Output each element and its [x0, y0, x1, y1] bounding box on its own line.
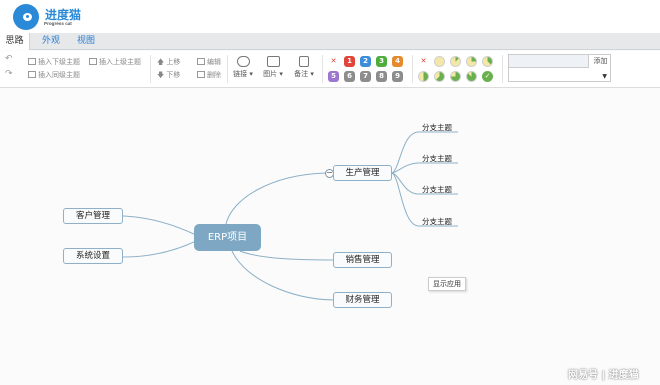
- priority-1-icon[interactable]: 1: [344, 56, 355, 67]
- insert-sibling-icon: [28, 71, 36, 78]
- app-subtitle: Progress cat: [44, 21, 72, 26]
- tab-view[interactable]: 视图: [71, 33, 101, 50]
- add-resource-button[interactable]: 添加: [590, 55, 611, 68]
- topic-customer[interactable]: 客户管理: [63, 208, 123, 224]
- tab-appearance[interactable]: 外观: [36, 33, 66, 50]
- insert-parent-button[interactable]: 插入上级主题: [89, 57, 141, 67]
- trash-icon: [197, 71, 205, 78]
- topic-sales[interactable]: 销售管理: [333, 252, 392, 268]
- topic-system-settings[interactable]: 系统设置: [63, 248, 123, 264]
- mindmap-canvas[interactable]: ERP项目 客户管理 系统设置 − 生产管理 销售管理 财务管理 分支主题 分支…: [0, 89, 660, 385]
- note-icon: [299, 56, 309, 67]
- branch-topic-3[interactable]: 分支主题: [422, 184, 452, 195]
- app-header: 进度猫 Progress cat: [0, 0, 660, 33]
- branch-topic-2[interactable]: 分支主题: [422, 153, 452, 164]
- resource-panel: 添加 ▼: [508, 54, 611, 82]
- priority-7-icon[interactable]: 7: [360, 71, 371, 82]
- branch-topic-4[interactable]: 分支主题: [422, 216, 452, 227]
- progress-level-2-icon[interactable]: [450, 56, 461, 67]
- arrow-up-icon: 🡅: [157, 58, 167, 66]
- separator: [502, 55, 503, 83]
- priority-2-icon[interactable]: 2: [360, 56, 371, 67]
- progress-clear-icon[interactable]: ✕: [418, 56, 429, 67]
- insert-sibling-button[interactable]: 插入同级主题: [28, 70, 80, 80]
- resource-input[interactable]: [509, 55, 589, 68]
- priority-6-icon[interactable]: 6: [344, 71, 355, 82]
- link-icon: [236, 56, 250, 67]
- insert-child-button[interactable]: 插入下级主题: [28, 57, 80, 67]
- pencil-icon: [197, 58, 205, 65]
- insert-parent-icon: [89, 58, 97, 65]
- progress-level-4-icon[interactable]: [482, 56, 493, 67]
- separator: [227, 55, 228, 83]
- connector-root-customer: [122, 215, 197, 236]
- connector-root-sales: [239, 250, 334, 261]
- move-down-button[interactable]: 🡇 下移: [157, 70, 180, 82]
- root-topic[interactable]: ERP项目: [194, 224, 261, 251]
- priority-clear-icon[interactable]: ✕: [328, 56, 339, 67]
- topic-production[interactable]: 生产管理: [333, 165, 392, 181]
- topic-finance[interactable]: 财务管理: [333, 292, 392, 308]
- priority-8-icon[interactable]: 8: [376, 71, 387, 82]
- connector-root-production: [225, 172, 326, 225]
- separator: [412, 55, 413, 83]
- redo-icon[interactable]: ↷: [5, 69, 13, 79]
- cat-logo-icon: [13, 4, 39, 30]
- priority-4-icon[interactable]: 4: [392, 56, 403, 67]
- progress-level-6-icon[interactable]: [434, 71, 445, 82]
- image-icon: [266, 56, 280, 67]
- tab-bar: 思路 外观 视图: [0, 33, 660, 50]
- priority-5-icon[interactable]: 5: [328, 71, 339, 82]
- branch-topic-1[interactable]: 分支主题: [422, 122, 452, 133]
- priority-3-icon[interactable]: 3: [376, 56, 387, 67]
- progress-level-7-icon[interactable]: [450, 71, 461, 82]
- arrow-down-icon: 🡇: [157, 71, 167, 79]
- move-up-button[interactable]: 🡅 上移: [157, 57, 180, 69]
- watermark: 网易号 | 进度猫: [568, 370, 639, 381]
- progress-level-3-icon[interactable]: [466, 56, 477, 67]
- tooltip: 显示应用: [428, 277, 466, 291]
- link-button[interactable]: 链接 ▾: [231, 56, 255, 79]
- caret-down-icon: ▼: [602, 73, 607, 80]
- insert-child-icon: [28, 58, 36, 65]
- undo-icon[interactable]: ↶: [5, 54, 13, 64]
- connector-leaf-2: [391, 162, 458, 174]
- separator: [150, 55, 151, 83]
- progress-level-5-icon[interactable]: [418, 71, 429, 82]
- image-button[interactable]: 图片 ▾: [261, 56, 285, 79]
- connector-root-settings: [122, 240, 197, 258]
- priority-9-icon[interactable]: 9: [392, 71, 403, 82]
- note-button[interactable]: 备注 ▾: [291, 56, 317, 79]
- delete-button[interactable]: 删除: [197, 70, 221, 80]
- mindmap-connectors: [122, 131, 458, 301]
- progress-level-8-icon[interactable]: [466, 71, 477, 82]
- separator: [322, 55, 323, 83]
- resource-select[interactable]: ▼: [509, 69, 610, 82]
- edit-button[interactable]: 编辑: [197, 57, 221, 67]
- progress-level-1-icon[interactable]: [434, 56, 445, 67]
- progress-level-9-icon[interactable]: ✓: [482, 71, 493, 82]
- tab-ideas[interactable]: 思路: [0, 33, 30, 50]
